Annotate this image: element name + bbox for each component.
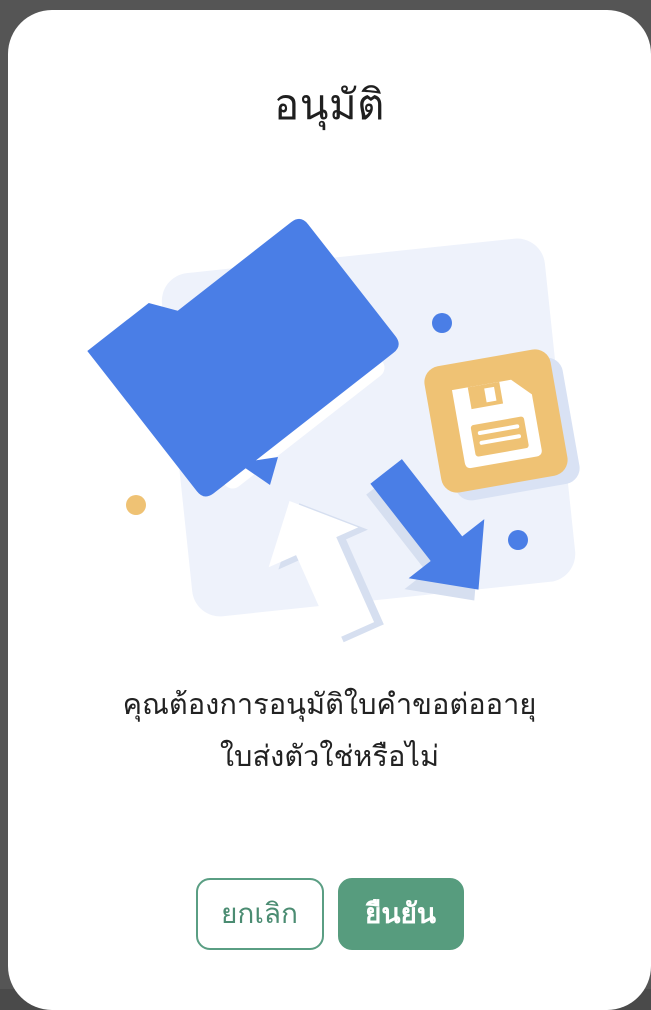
message-line-2: ใบส่งตัวใช่หรือไม่: [219, 739, 440, 773]
message-line-1: คุณต้องการอนุมัติใบคำขอต่ออายุ: [122, 687, 537, 721]
dialog-title: อนุมัติ: [274, 80, 385, 129]
dialog-message: คุณต้องการอนุมัติใบคำขอต่ออายุ ใบส่งตัวใ…: [8, 678, 651, 782]
confirm-button[interactable]: ยืนยัน: [337, 878, 464, 950]
dialog-actions: ยกเลิก ยืนยัน: [8, 878, 651, 950]
folder-save-document-icon: [87, 218, 580, 643]
cancel-button[interactable]: ยกเลิก: [195, 878, 324, 950]
approve-dialog: อนุมัติ คุณต้องการอนุมัติใบคำขอต่ออายุ ใ…: [8, 10, 651, 1010]
